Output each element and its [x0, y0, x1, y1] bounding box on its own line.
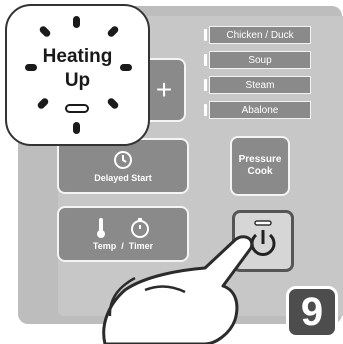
menu-item-soup[interactable]: Soup — [204, 51, 311, 69]
indicator-dash — [106, 96, 120, 111]
status-bubble: Heating Up — [5, 4, 150, 146]
clock-icon — [114, 150, 132, 169]
hand-pointer-icon — [102, 235, 254, 344]
menu-item-chicken-duck[interactable]: Chicken / Duck — [204, 26, 311, 44]
menu-item-abalone[interactable]: Abalone — [204, 101, 311, 119]
heating-label: Heating — [42, 46, 113, 67]
delayed-start-button[interactable]: Delayed Start — [57, 138, 189, 194]
indicator-dash — [106, 24, 120, 39]
menu-item-steam[interactable]: Steam — [204, 76, 311, 94]
indicator-dash — [38, 24, 52, 39]
pressure-cook-button[interactable]: Pressure Cook — [230, 136, 290, 196]
indicator-dash — [73, 122, 80, 134]
up-label: Up — [64, 70, 91, 91]
indicator-capsule — [65, 104, 89, 113]
delayed-start-label: Delayed Start — [94, 172, 152, 183]
indicator-dash — [36, 96, 50, 111]
indicator-dash — [73, 16, 80, 28]
step-number-badge: 9 — [286, 286, 338, 338]
